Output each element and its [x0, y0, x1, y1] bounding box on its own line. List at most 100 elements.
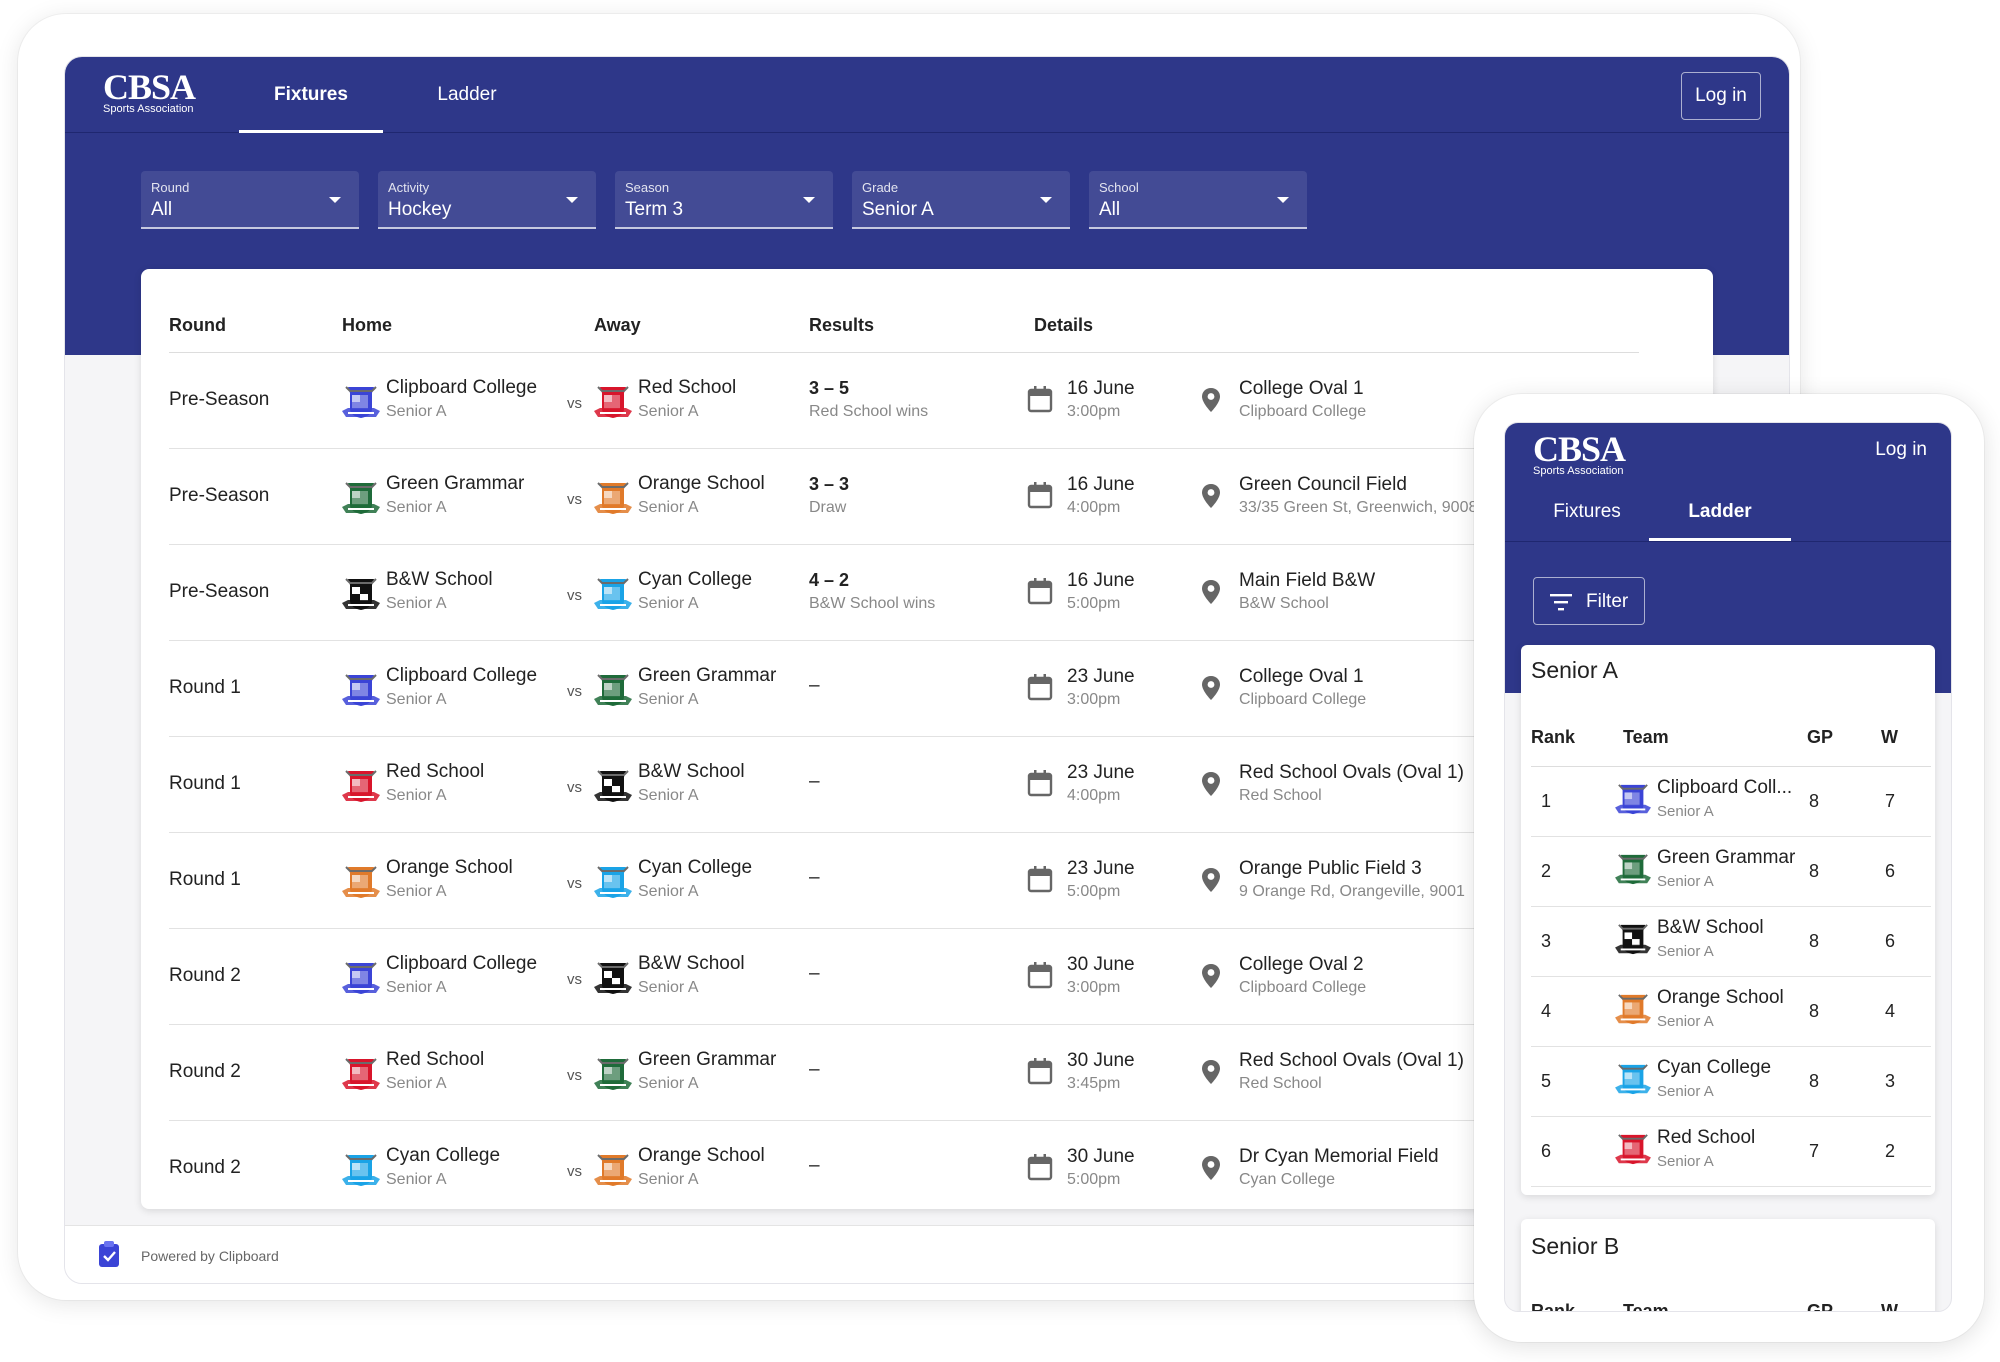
venue-name[interactable]: Orange Public Field 3	[1239, 858, 1422, 880]
round-select-value: All	[151, 199, 173, 220]
ladder-table-header: Rank Team GP W	[1531, 695, 1931, 767]
ladder-team-name: Clipboard Coll...	[1657, 777, 1793, 798]
mobile-filter-button[interactable]: Filter	[1533, 577, 1645, 625]
school-crest-icon	[1615, 924, 1651, 955]
ladder-games-played: 8	[1809, 791, 1820, 811]
venue-address: 33/35 Green St, Greenwich, 9008	[1239, 499, 1478, 516]
caret-down-icon	[1277, 197, 1289, 203]
ladder-rank: 4	[1541, 1001, 1552, 1021]
fixture-time: 3:00pm	[1067, 691, 1121, 708]
ladder-wins: 4	[1885, 1001, 1896, 1021]
activity-select[interactable]: Activity Hockey	[378, 171, 596, 229]
vs-label: vs	[567, 779, 582, 796]
venue-name[interactable]: College Oval 2	[1239, 954, 1364, 976]
grade-select[interactable]: Grade Senior A	[852, 171, 1070, 229]
away-team-grade: Senior A	[638, 1075, 699, 1092]
home-team-grade: Senior A	[386, 403, 447, 420]
fixture-row[interactable]: Round 2 Cyan College Senior A vs Orange Scho…	[169, 1121, 1639, 1209]
away-team-name: Green Grammar	[638, 1049, 777, 1070]
login-button[interactable]: Log in	[1681, 72, 1761, 120]
round-select[interactable]: Round All	[141, 171, 359, 229]
ladder-row[interactable]: 6 Red School Senior A 7 2	[1531, 1117, 1931, 1187]
logo-main-text: CBSA	[103, 67, 196, 107]
cbsa-logo[interactable]: CBSA Sports Association	[103, 67, 196, 115]
fixture-round: Round 2	[169, 1157, 241, 1178]
fixture-row[interactable]: Round 1 Clipboard College Senior A vs Green …	[169, 641, 1639, 737]
school-select[interactable]: School All	[1089, 171, 1307, 229]
fixture-round: Round 1	[169, 773, 241, 794]
mobile-tab-fixtures[interactable]: Fixtures	[1521, 483, 1653, 541]
school-crest-icon	[342, 866, 380, 898]
fixture-date: 23 June	[1067, 666, 1135, 687]
mobile-tab-ladder[interactable]: Ladder	[1649, 483, 1791, 541]
fixture-round: Pre-Season	[169, 485, 270, 506]
fixture-round: Round 2	[169, 1061, 241, 1082]
school-crest-icon	[594, 578, 632, 610]
away-team-name: Orange School	[638, 1145, 765, 1166]
school-crest-icon	[594, 770, 632, 802]
school-crest-icon	[1615, 1064, 1651, 1095]
ladder-team-grade: Senior A	[1657, 1153, 1714, 1170]
ladder-row[interactable]: 4 Orange School Senior A 8 4	[1531, 977, 1931, 1047]
ladder-team-grade: Senior A	[1657, 803, 1714, 820]
away-team-name: Cyan College	[638, 569, 753, 590]
tab-fixtures[interactable]: Fixtures	[239, 57, 383, 133]
venue-name[interactable]: Green Council Field	[1239, 474, 1407, 496]
fixture-row[interactable]: Round 1 Orange School Senior A vs Cyan Colle…	[169, 833, 1639, 929]
away-team-grade: Senior A	[638, 691, 699, 708]
ladder-games-played: 8	[1809, 861, 1820, 881]
venue-name[interactable]: Red School Ovals (Oval 1)	[1239, 762, 1464, 784]
vs-label: vs	[567, 683, 582, 700]
ladder-row[interactable]: 3 B&W School Senior A 8 6	[1531, 907, 1931, 977]
ladder-row[interactable]: 1 Clipboard Coll... Senior A 8 7	[1531, 767, 1931, 837]
venue-name[interactable]: College Oval 1	[1239, 666, 1364, 688]
fixture-row[interactable]: Pre-Season B&W School Senior A vs Cyan Colle…	[169, 545, 1639, 641]
ladder-row[interactable]: 2 Green Grammar Senior A 8 6	[1531, 837, 1931, 907]
season-select[interactable]: Season Term 3	[615, 171, 833, 229]
tab-ladder[interactable]: Ladder	[395, 57, 539, 133]
fixture-row[interactable]: Pre-Season Green Grammar Senior A vs Orange …	[169, 449, 1639, 545]
ladder-team-name: Orange School	[1657, 987, 1784, 1008]
school-crest-icon	[342, 770, 380, 802]
fixture-date: 30 June	[1067, 1050, 1135, 1071]
result-score: 4 – 2	[809, 570, 850, 590]
mobile-cbsa-logo[interactable]: CBSA Sports Association	[1533, 431, 1626, 477]
school-crest-icon	[342, 674, 380, 706]
school-select-value: All	[1099, 199, 1121, 220]
fixture-row[interactable]: Round 1 Red School Senior A vs B&W School Sen…	[169, 737, 1639, 833]
ladder-games-played: 8	[1809, 1071, 1820, 1091]
fixture-row[interactable]: Round 2 Red School Senior A vs Green Grammar…	[169, 1025, 1639, 1121]
school-crest-icon	[1615, 784, 1651, 815]
venue-address: Clipboard College	[1239, 403, 1367, 420]
home-team-name: Cyan College	[386, 1145, 501, 1166]
mobile-login-button[interactable]: Log in	[1875, 439, 1927, 461]
venue-name[interactable]: College Oval 1	[1239, 378, 1364, 400]
calendar-icon	[1027, 962, 1053, 989]
col-results-header: Results	[809, 315, 875, 335]
fixture-date: 30 June	[1067, 1146, 1135, 1167]
result-note: Red School wins	[809, 403, 929, 420]
col-rank-header: Rank	[1531, 1301, 1576, 1312]
round-select-label: Round	[151, 180, 190, 195]
location-pin-icon	[1202, 1156, 1220, 1180]
result-pending: –	[809, 1059, 820, 1080]
away-team-grade: Senior A	[638, 979, 699, 996]
away-team-name: Green Grammar	[638, 665, 777, 686]
fixture-row[interactable]: Round 2 Clipboard College Senior A vs B&W Sc…	[169, 929, 1639, 1025]
location-pin-icon	[1202, 580, 1220, 604]
fixture-row[interactable]: Pre-Season Clipboard College Senior A vs Red…	[169, 353, 1639, 449]
away-team-grade: Senior A	[638, 403, 699, 420]
venue-name[interactable]: Main Field B&W	[1239, 570, 1375, 592]
result-pending: –	[809, 867, 820, 888]
col-team-header: Team	[1623, 1301, 1669, 1312]
venue-name[interactable]: Dr Cyan Memorial Field	[1239, 1146, 1439, 1168]
venue-name[interactable]: Red School Ovals (Oval 1)	[1239, 1050, 1464, 1072]
away-team-name: B&W School	[638, 953, 745, 974]
school-crest-icon	[594, 1058, 632, 1090]
ladder-team-name: Green Grammar	[1657, 847, 1796, 868]
ladder-rank: 6	[1541, 1141, 1552, 1161]
top-navbar: CBSA Sports Association Fixtures Ladder …	[65, 57, 1789, 133]
fixture-time: 4:00pm	[1067, 787, 1121, 804]
ladder-wins: 2	[1885, 1141, 1896, 1161]
ladder-row[interactable]: 5 Cyan College Senior A 8 3	[1531, 1047, 1931, 1117]
